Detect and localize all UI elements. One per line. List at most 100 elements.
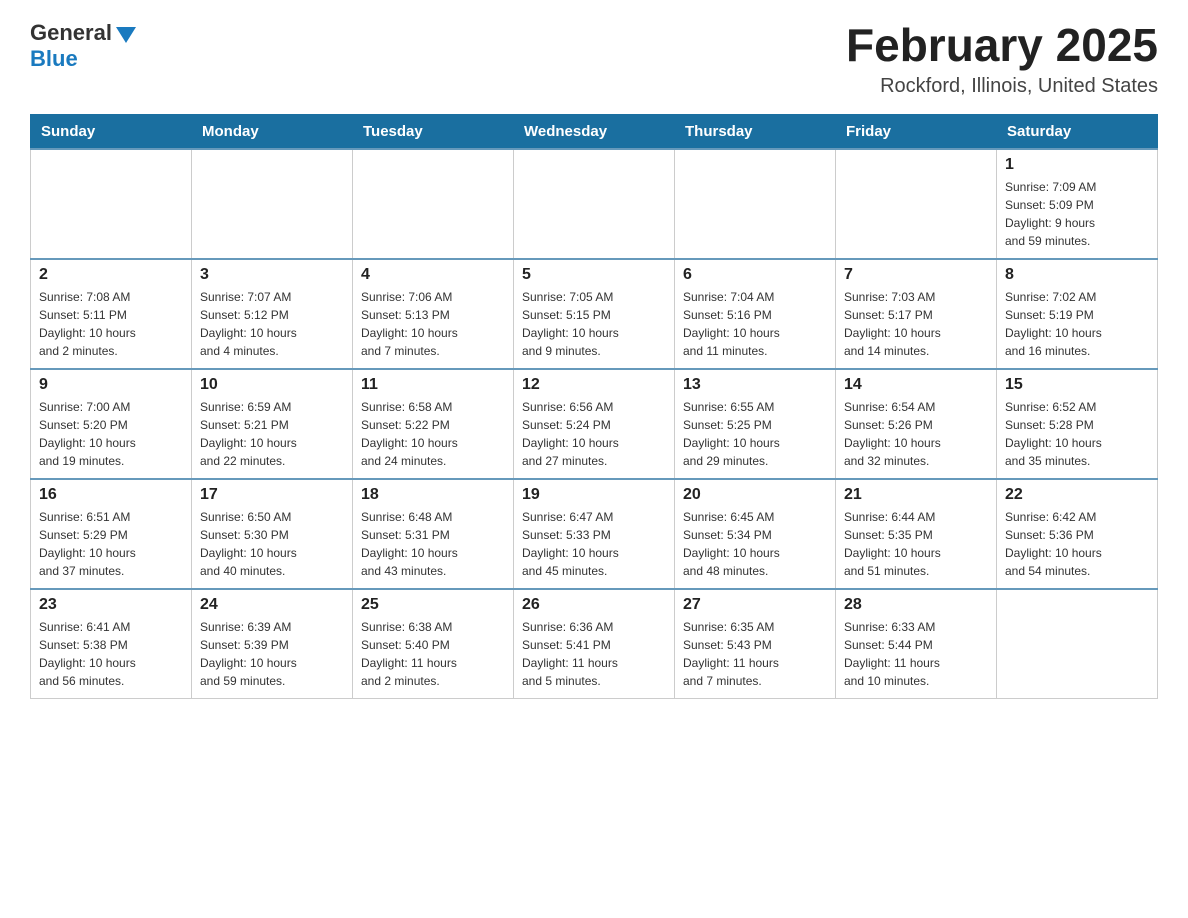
calendar-cell: 26 Sunrise: 6:36 AM Sunset: 5:41 PM Dayli… bbox=[514, 589, 675, 699]
day-info: Sunrise: 6:45 AM Sunset: 5:34 PM Dayligh… bbox=[683, 508, 827, 580]
calendar-header: SundayMondayTuesdayWednesdayThursdayFrid… bbox=[31, 114, 1158, 149]
header-cell-wednesday: Wednesday bbox=[514, 114, 675, 149]
day-info: Sunrise: 6:56 AM Sunset: 5:24 PM Dayligh… bbox=[522, 398, 666, 470]
day-info: Sunrise: 6:41 AM Sunset: 5:38 PM Dayligh… bbox=[39, 618, 183, 690]
calendar-cell bbox=[192, 149, 353, 259]
day-number: 5 bbox=[522, 266, 666, 284]
day-info: Sunrise: 6:59 AM Sunset: 5:21 PM Dayligh… bbox=[200, 398, 344, 470]
calendar-body: 1 Sunrise: 7:09 AM Sunset: 5:09 PM Daylig… bbox=[31, 149, 1158, 699]
calendar-cell: 16Sunrise: 6:51 AM Sunset: 5:29 PM Dayli… bbox=[31, 479, 192, 589]
week-row-4: 16Sunrise: 6:51 AM Sunset: 5:29 PM Dayli… bbox=[31, 479, 1158, 589]
header-cell-saturday: Saturday bbox=[997, 114, 1158, 149]
logo-general-text: General bbox=[30, 20, 112, 46]
calendar-cell: 3 Sunrise: 7:07 AM Sunset: 5:12 PM Daylig… bbox=[192, 259, 353, 369]
calendar-cell: 22 Sunrise: 6:42 AM Sunset: 5:36 PM Dayli… bbox=[997, 479, 1158, 589]
month-title: February 2025 bbox=[846, 20, 1158, 71]
day-number: 28 bbox=[844, 596, 988, 614]
day-info: Sunrise: 6:48 AM Sunset: 5:31 PM Dayligh… bbox=[361, 508, 505, 580]
day-number: 23 bbox=[39, 596, 183, 614]
calendar-cell bbox=[514, 149, 675, 259]
calendar-cell: 11 Sunrise: 6:58 AM Sunset: 5:22 PM Dayli… bbox=[353, 369, 514, 479]
week-row-3: 9 Sunrise: 7:00 AM Sunset: 5:20 PM Daylig… bbox=[31, 369, 1158, 479]
day-info: Sunrise: 7:09 AM Sunset: 5:09 PM Dayligh… bbox=[1005, 178, 1149, 250]
day-number: 6 bbox=[683, 266, 827, 284]
calendar-cell: 17Sunrise: 6:50 AM Sunset: 5:30 PM Dayli… bbox=[192, 479, 353, 589]
calendar-cell: 4Sunrise: 7:06 AM Sunset: 5:13 PM Daylig… bbox=[353, 259, 514, 369]
day-info: Sunrise: 6:54 AM Sunset: 5:26 PM Dayligh… bbox=[844, 398, 988, 470]
calendar-cell: 19 Sunrise: 6:47 AM Sunset: 5:33 PM Dayli… bbox=[514, 479, 675, 589]
calendar-cell bbox=[836, 149, 997, 259]
title-block: February 2025 Rockford, Illinois, United… bbox=[846, 20, 1158, 98]
calendar-cell bbox=[31, 149, 192, 259]
day-info: Sunrise: 6:33 AM Sunset: 5:44 PM Dayligh… bbox=[844, 618, 988, 690]
calendar-cell bbox=[675, 149, 836, 259]
header-cell-monday: Monday bbox=[192, 114, 353, 149]
day-info: Sunrise: 7:06 AM Sunset: 5:13 PM Dayligh… bbox=[361, 288, 505, 360]
day-number: 7 bbox=[844, 266, 988, 284]
calendar-cell: 23 Sunrise: 6:41 AM Sunset: 5:38 PM Dayli… bbox=[31, 589, 192, 699]
day-number: 13 bbox=[683, 376, 827, 394]
day-info: Sunrise: 6:39 AM Sunset: 5:39 PM Dayligh… bbox=[200, 618, 344, 690]
calendar-cell: 24Sunrise: 6:39 AM Sunset: 5:39 PM Dayli… bbox=[192, 589, 353, 699]
day-number: 10 bbox=[200, 376, 344, 394]
day-number: 25 bbox=[361, 596, 505, 614]
header-cell-thursday: Thursday bbox=[675, 114, 836, 149]
calendar-cell: 7 Sunrise: 7:03 AM Sunset: 5:17 PM Daylig… bbox=[836, 259, 997, 369]
day-info: Sunrise: 6:58 AM Sunset: 5:22 PM Dayligh… bbox=[361, 398, 505, 470]
day-info: Sunrise: 6:55 AM Sunset: 5:25 PM Dayligh… bbox=[683, 398, 827, 470]
calendar-cell: 5 Sunrise: 7:05 AM Sunset: 5:15 PM Daylig… bbox=[514, 259, 675, 369]
week-row-5: 23 Sunrise: 6:41 AM Sunset: 5:38 PM Dayli… bbox=[31, 589, 1158, 699]
day-number: 18 bbox=[361, 486, 505, 504]
day-info: Sunrise: 7:05 AM Sunset: 5:15 PM Dayligh… bbox=[522, 288, 666, 360]
day-number: 12 bbox=[522, 376, 666, 394]
day-number: 26 bbox=[522, 596, 666, 614]
calendar-cell: 12 Sunrise: 6:56 AM Sunset: 5:24 PM Dayli… bbox=[514, 369, 675, 479]
calendar-cell: 20 Sunrise: 6:45 AM Sunset: 5:34 PM Dayli… bbox=[675, 479, 836, 589]
header-cell-tuesday: Tuesday bbox=[353, 114, 514, 149]
day-info: Sunrise: 6:36 AM Sunset: 5:41 PM Dayligh… bbox=[522, 618, 666, 690]
calendar-cell: 14 Sunrise: 6:54 AM Sunset: 5:26 PM Dayli… bbox=[836, 369, 997, 479]
day-number: 14 bbox=[844, 376, 988, 394]
day-number: 21 bbox=[844, 486, 988, 504]
week-row-2: 2Sunrise: 7:08 AM Sunset: 5:11 PM Daylig… bbox=[31, 259, 1158, 369]
day-number: 3 bbox=[200, 266, 344, 284]
calendar-cell: 25Sunrise: 6:38 AM Sunset: 5:40 PM Dayli… bbox=[353, 589, 514, 699]
calendar-cell: 28 Sunrise: 6:33 AM Sunset: 5:44 PM Dayli… bbox=[836, 589, 997, 699]
header-row: SundayMondayTuesdayWednesdayThursdayFrid… bbox=[31, 114, 1158, 149]
day-info: Sunrise: 7:07 AM Sunset: 5:12 PM Dayligh… bbox=[200, 288, 344, 360]
day-info: Sunrise: 7:04 AM Sunset: 5:16 PM Dayligh… bbox=[683, 288, 827, 360]
calendar-cell bbox=[997, 589, 1158, 699]
day-number: 20 bbox=[683, 486, 827, 504]
day-number: 17 bbox=[200, 486, 344, 504]
day-number: 15 bbox=[1005, 376, 1149, 394]
day-info: Sunrise: 7:00 AM Sunset: 5:20 PM Dayligh… bbox=[39, 398, 183, 470]
header-cell-friday: Friday bbox=[836, 114, 997, 149]
calendar-cell: 21 Sunrise: 6:44 AM Sunset: 5:35 PM Dayli… bbox=[836, 479, 997, 589]
day-info: Sunrise: 6:42 AM Sunset: 5:36 PM Dayligh… bbox=[1005, 508, 1149, 580]
calendar-cell: 27Sunrise: 6:35 AM Sunset: 5:43 PM Dayli… bbox=[675, 589, 836, 699]
day-number: 9 bbox=[39, 376, 183, 394]
calendar-cell: 6 Sunrise: 7:04 AM Sunset: 5:16 PM Daylig… bbox=[675, 259, 836, 369]
day-info: Sunrise: 6:47 AM Sunset: 5:33 PM Dayligh… bbox=[522, 508, 666, 580]
logo-triangle-icon bbox=[116, 27, 136, 43]
calendar-cell bbox=[353, 149, 514, 259]
day-number: 19 bbox=[522, 486, 666, 504]
page-header: General Blue February 2025 Rockford, Ill… bbox=[30, 20, 1158, 98]
day-number: 16 bbox=[39, 486, 183, 504]
day-number: 22 bbox=[1005, 486, 1149, 504]
day-info: Sunrise: 7:03 AM Sunset: 5:17 PM Dayligh… bbox=[844, 288, 988, 360]
calendar-cell: 1 Sunrise: 7:09 AM Sunset: 5:09 PM Daylig… bbox=[997, 149, 1158, 259]
logo-blue-text: Blue bbox=[30, 46, 78, 71]
day-info: Sunrise: 6:44 AM Sunset: 5:35 PM Dayligh… bbox=[844, 508, 988, 580]
calendar-cell: 2Sunrise: 7:08 AM Sunset: 5:11 PM Daylig… bbox=[31, 259, 192, 369]
header-cell-sunday: Sunday bbox=[31, 114, 192, 149]
calendar-table: SundayMondayTuesdayWednesdayThursdayFrid… bbox=[30, 114, 1158, 700]
calendar-cell: 13 Sunrise: 6:55 AM Sunset: 5:25 PM Dayli… bbox=[675, 369, 836, 479]
day-number: 27 bbox=[683, 596, 827, 614]
calendar-cell: 8Sunrise: 7:02 AM Sunset: 5:19 PM Daylig… bbox=[997, 259, 1158, 369]
day-info: Sunrise: 7:02 AM Sunset: 5:19 PM Dayligh… bbox=[1005, 288, 1149, 360]
day-number: 11 bbox=[361, 376, 505, 394]
calendar-cell: 15Sunrise: 6:52 AM Sunset: 5:28 PM Dayli… bbox=[997, 369, 1158, 479]
day-number: 1 bbox=[1005, 156, 1149, 174]
day-info: Sunrise: 7:08 AM Sunset: 5:11 PM Dayligh… bbox=[39, 288, 183, 360]
